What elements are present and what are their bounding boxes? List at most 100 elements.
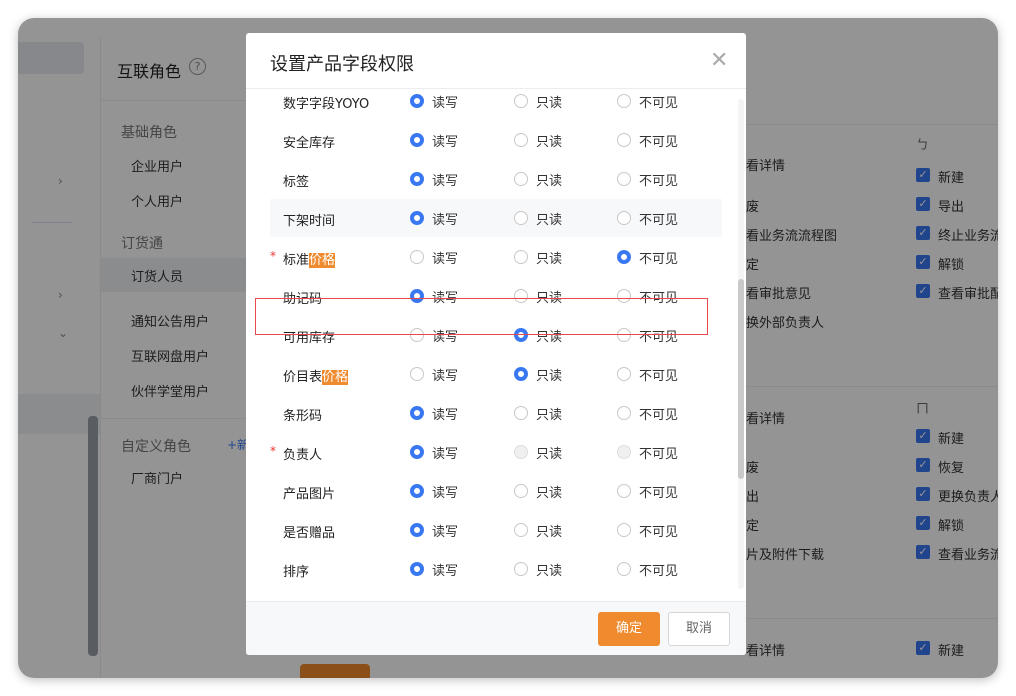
field-row: 标签 读写 只读 不可见 [270,160,722,198]
radio-selected-icon [410,133,424,147]
permission-label: 不可见 [639,408,679,423]
field-name-text: 标签 [283,175,310,190]
field-name: 产品图片 [283,483,335,502]
scrollbar-thumb[interactable] [738,279,744,479]
search-match-highlight: 价格 [309,253,336,268]
search-match-highlight: 价格 [322,370,349,385]
permission-label: 不可见 [639,135,679,150]
field-name-text: 数字字段YOYO [283,97,370,112]
permission-label: 只读 [536,525,563,540]
permission-label: 只读 [536,213,563,228]
permission-label: 只读 [536,369,563,384]
permission-label: 只读 [536,252,563,267]
permission-label: 不可见 [639,525,679,540]
permission-label: 不可见 [639,174,679,189]
permission-label: 只读 [536,135,563,150]
field-name-text: 标准 [283,253,310,268]
radio-icon [410,250,424,264]
radio-icon [617,484,631,498]
required-mark: * [270,249,276,263]
radio-icon [514,250,528,264]
cancel-button[interactable]: 取消 [668,612,730,646]
field-row: 条形码 读写 只读 不可见 [270,394,722,432]
field-name: 排序 [283,561,309,580]
permission-label: 只读 [536,486,563,501]
field-name-text: 条形码 [283,409,323,424]
radio-icon [514,94,528,108]
field-row: 价目表价格 读写 只读 不可见 [270,355,722,393]
field-name: 标准价格 [283,249,336,268]
dialog-footer: 确定 取消 [246,601,746,655]
permission-label: 读写 [432,525,459,540]
permission-label: 只读 [536,564,563,579]
radio-icon [617,211,631,225]
field-name: 标签 [283,171,309,190]
dialog-header: 设置产品字段权限 ✕ [246,33,746,89]
field-name: 负责人 [283,444,322,463]
radio-icon [514,562,528,576]
close-icon[interactable]: ✕ [710,48,728,73]
field-row: * 标准价格 读写 只读 不可见 [270,238,722,276]
field-name: 安全库存 [283,132,335,151]
radio-icon [514,172,528,186]
permission-label: 不可见 [639,564,679,579]
field-row: 下架时间 读写 只读 不可见 [270,199,722,237]
permission-label: 不可见 [639,252,679,267]
radio-selected-icon [617,250,631,264]
field-name-text: 是否赠品 [283,526,336,541]
radio-selected-icon [410,562,424,576]
field-name: 数字字段YOYO [283,93,369,112]
field-name: 是否赠品 [283,522,335,541]
permission-label: 不可见 [639,96,679,111]
radio-selected-icon [410,406,424,420]
radio-icon [617,94,631,108]
field-row: * 负责人 读写 只读 不可见 [270,433,722,471]
field-name-text: 下架时间 [283,214,336,229]
radio-selected-icon [410,172,424,186]
radio-icon [410,367,424,381]
permission-label: 读写 [432,213,459,228]
scrollbar[interactable] [738,99,744,589]
highlight-box [255,298,708,335]
field-list: 数字字段YOYO 读写 只读 不可见 安全库存 读写 只读 不可见 标签 读写 只读 不可见 下架时间读… [246,89,746,601]
permission-label: 不可见 [639,213,679,228]
radio-icon [617,562,631,576]
field-name-text: 负责人 [283,448,323,463]
field-row: 产品图片 读写 只读 不可见 [270,472,722,510]
permission-label: 读写 [432,408,459,423]
permission-label: 读写 [432,135,459,150]
field-row: 是否赠品 读写 只读 不可见 [270,511,722,549]
radio-selected-icon [410,94,424,108]
required-mark: * [270,444,276,458]
radio-icon [514,484,528,498]
field-row: 数字字段YOYO 读写 只读 不可见 [270,89,722,120]
radio-icon [617,133,631,147]
permission-label: 读写 [432,252,459,267]
radio-icon [617,445,631,459]
radio-icon [617,523,631,537]
permission-label: 不可见 [639,486,679,501]
permission-label: 只读 [536,96,563,111]
radio-selected-icon [410,211,424,225]
radio-selected-icon [410,445,424,459]
permission-label: 读写 [432,564,459,579]
radio-icon [617,172,631,186]
field-row: 安全库存 读写 只读 不可见 [270,121,722,159]
field-name-text: 安全库存 [283,136,336,151]
confirm-button[interactable]: 确定 [598,612,660,646]
radio-selected-icon [514,367,528,381]
permission-label: 读写 [432,96,459,111]
field-permission-dialog: 设置产品字段权限 ✕ 数字字段YOYO 读写 只读 不可见 安全库存 读写 只读 不可见 标签读… [246,33,746,655]
field-name-text: 排序 [283,565,310,580]
dialog-title: 设置产品字段权限 [270,54,414,75]
field-name-text: 价目表 [283,370,323,385]
radio-icon [617,406,631,420]
permission-label: 读写 [432,447,459,462]
permission-label: 读写 [432,486,459,501]
radio-icon [617,367,631,381]
permission-label: 不可见 [639,369,679,384]
radio-icon [514,406,528,420]
permission-label: 只读 [536,447,563,462]
radio-selected-icon [410,523,424,537]
radio-icon [514,133,528,147]
